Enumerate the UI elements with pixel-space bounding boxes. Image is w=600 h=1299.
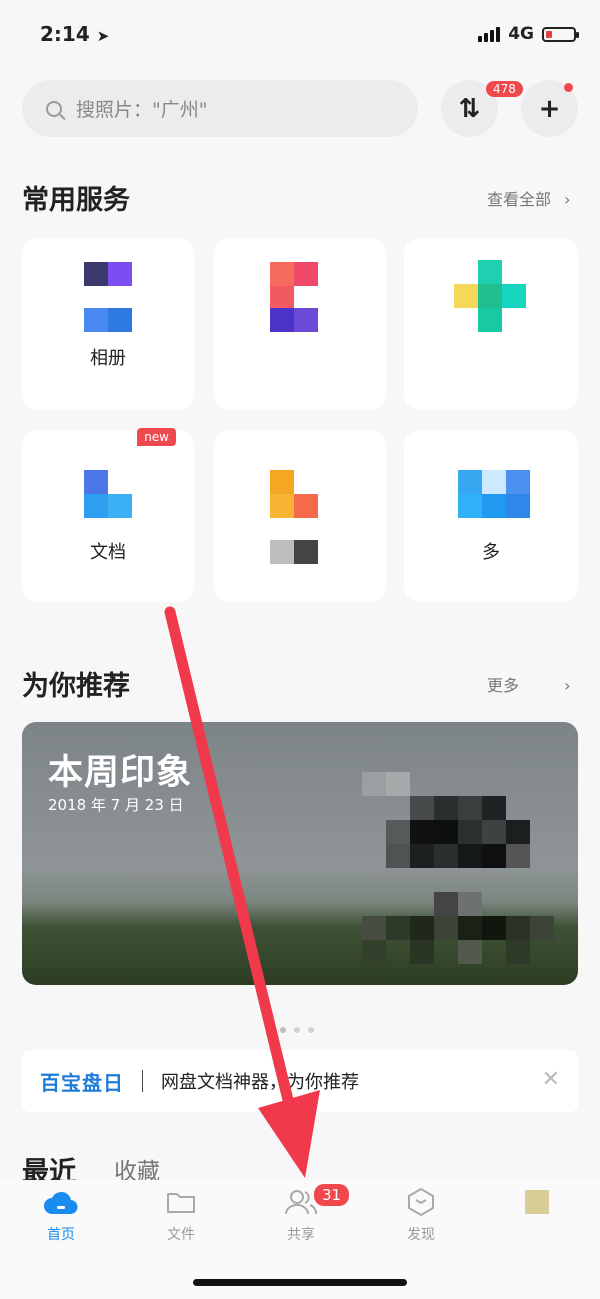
nav-profile[interactable]	[492, 1186, 582, 1218]
avatar	[519, 1186, 555, 1218]
nav-home[interactable]: 首页	[16, 1186, 106, 1244]
add-notification-dot	[564, 83, 573, 92]
view-all-text: 查看全部	[487, 190, 552, 209]
view-all-link[interactable]: 查看全部 ›	[487, 186, 571, 210]
share-badge: 31	[314, 1184, 350, 1206]
ad-text: 网盘文档神器，为你推荐	[161, 1072, 359, 1093]
banner-title: 本周印象	[48, 753, 193, 793]
banner-photo-mosaic	[322, 722, 578, 985]
banner-date: 2018 年 7 月 23 日	[48, 796, 184, 814]
location-icon: ➤	[96, 27, 110, 45]
transfer-badge: 478	[486, 81, 523, 97]
nav-label: 首页	[47, 1227, 75, 1243]
ad-divider	[142, 1070, 143, 1092]
nav-label: 文件	[167, 1227, 195, 1243]
service-card-more[interactable]: 多	[404, 430, 578, 602]
home-indicator	[193, 1279, 407, 1286]
nav-files[interactable]: 文件	[136, 1186, 226, 1244]
service-label: 相册	[90, 348, 126, 369]
status-right: 4G	[478, 24, 579, 44]
services-title: 常用服务	[22, 185, 130, 216]
new-badge: new	[137, 428, 176, 446]
memory-banner[interactable]: 本周印象 2018 年 7 月 23 日	[22, 722, 578, 985]
transfer-icon: ⇅	[458, 93, 481, 124]
service-label: 多	[482, 542, 500, 563]
network-label: 4G	[508, 24, 534, 44]
nav-label: 共享	[287, 1227, 315, 1243]
ad-logo: 百宝盘日	[40, 1070, 124, 1095]
folder-icon	[163, 1186, 199, 1218]
plus-icon: +	[538, 93, 561, 124]
search-icon	[46, 100, 62, 117]
battery-icon	[542, 26, 579, 42]
service-card-2[interactable]	[214, 238, 386, 410]
status-time: 2:14 ➤	[40, 22, 109, 46]
ad-banner[interactable]: 百宝盘日 网盘文档神器，为你推荐 ✕	[22, 1050, 578, 1112]
service-card-docs[interactable]: new 文档	[22, 428, 194, 602]
recommend-title: 为你推荐	[22, 671, 130, 702]
chevron-right-icon: ›	[564, 676, 571, 695]
nav-discover[interactable]: 发现	[376, 1186, 466, 1244]
service-card-3[interactable]	[404, 238, 578, 410]
service-label: 文档	[90, 542, 126, 563]
carousel-dots[interactable]	[280, 1027, 314, 1033]
chevron-right-icon: ›	[564, 190, 571, 209]
status-time-text: 2:14	[40, 22, 90, 46]
discover-icon	[403, 1186, 439, 1218]
home-cloud-icon	[43, 1186, 79, 1218]
service-card-5[interactable]	[214, 430, 386, 602]
more-text: 更多	[487, 676, 520, 695]
service-card-album[interactable]: 相册	[22, 238, 194, 410]
close-icon[interactable]: ✕	[542, 1067, 560, 1092]
nav-label: 发现	[407, 1227, 435, 1243]
more-link[interactable]: 更多 ›	[487, 672, 571, 696]
signal-icon	[478, 26, 501, 42]
search-bar[interactable]: 搜照片："广州"	[22, 80, 418, 137]
search-placeholder: 搜照片："广州"	[76, 99, 208, 121]
